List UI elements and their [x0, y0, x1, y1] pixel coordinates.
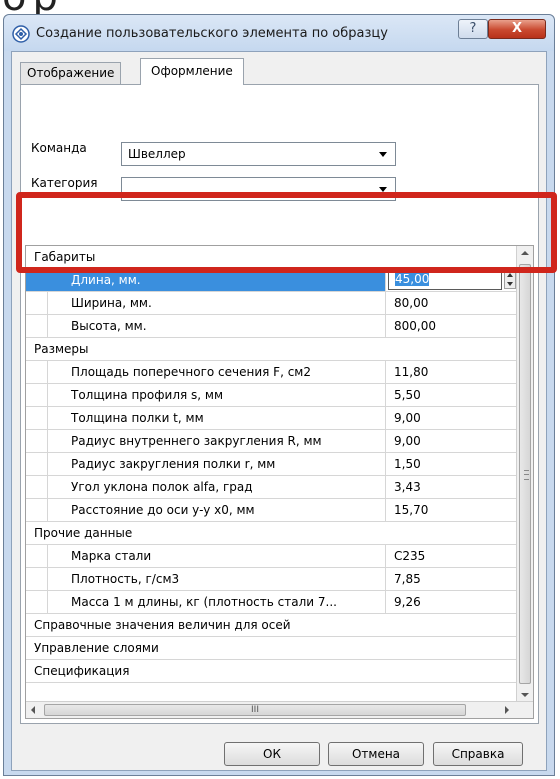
command-label: Команда: [31, 141, 87, 155]
grid-property-row[interactable]: Радиус внутреннего закругления R, мм 9,00: [26, 430, 516, 453]
grid-property-row[interactable]: Плотность, г/см3 7,85: [26, 568, 516, 591]
property-name: Масса 1 м длины, кг (плотность стали 7..…: [26, 591, 386, 613]
grid-category-row[interactable]: Размеры: [26, 338, 516, 361]
chevron-down-icon[interactable]: [379, 152, 387, 157]
spinner-icon[interactable]: [504, 270, 516, 289]
category-name: Размеры: [26, 338, 516, 360]
grid-property-row[interactable]: Толщина полки t, мм 9,00: [26, 407, 516, 430]
property-value: 15,70: [394, 503, 429, 517]
category-label: Категория: [31, 176, 98, 190]
property-name: Марка стали: [26, 545, 386, 567]
property-name: Длина, мм.: [26, 269, 386, 291]
property-value: 1,50: [394, 457, 421, 471]
command-value: Швеллер: [128, 147, 186, 161]
property-value: 7,85: [394, 572, 421, 586]
close-icon: X: [511, 21, 523, 36]
property-name: Радиус закругления полки r, мм: [26, 453, 386, 475]
grid-category-row[interactable]: Габариты: [26, 246, 516, 269]
grid-property-row[interactable]: Площадь поперечного сечения F, см2 11,80: [26, 361, 516, 384]
selected-value-text: 45,00: [395, 272, 430, 286]
scroll-grip-icon: [524, 470, 529, 480]
grid-property-row[interactable]: Радиус закругления полки r, мм 1,50: [26, 453, 516, 476]
grid-property-row[interactable]: Толщина профиля s, мм 5,50: [26, 384, 516, 407]
property-value: С235: [394, 549, 426, 563]
category-combobox[interactable]: [121, 177, 396, 201]
grid-property-row[interactable]: Угол уклона полок alfa, град 3,43: [26, 476, 516, 499]
scroll-down-icon[interactable]: [521, 693, 529, 697]
tab-design[interactable]: Оформление: [140, 58, 244, 85]
cancel-button[interactable]: Отмена: [328, 742, 424, 766]
grid-property-row[interactable]: Длина, мм. 45,00: [26, 269, 516, 292]
help-title-button[interactable]: ?: [458, 19, 488, 39]
category-name: Прочие данные: [26, 522, 516, 544]
property-grid[interactable]: Габариты Длина, мм. 45,00 Ширина, мм. 80,00 В…: [25, 245, 534, 719]
help-icon: ?: [469, 21, 477, 36]
property-name: Толщина профиля s, мм: [26, 384, 386, 406]
property-value: 80,00: [394, 296, 429, 310]
grid-category-row[interactable]: Спецификация: [26, 660, 516, 683]
vertical-scroll-thumb[interactable]: [519, 264, 531, 684]
window-title: Создание пользовательского элемента по о…: [36, 26, 388, 41]
tab-page-design: Команда Швеллер Категория Габариты Длина,…: [20, 84, 539, 724]
app-icon: [12, 25, 30, 43]
grid-property-row[interactable]: Расстояние до оси y-y x0, мм 15,70: [26, 499, 516, 522]
grid-category-row[interactable]: Прочие данные: [26, 522, 516, 545]
grid-property-row[interactable]: Ширина, мм. 80,00: [26, 292, 516, 315]
property-value: 9,26: [394, 595, 421, 609]
scroll-left-icon[interactable]: [31, 706, 35, 714]
property-name: Радиус внутреннего закругления R, мм: [26, 430, 386, 452]
property-value-editor[interactable]: 45,00: [388, 269, 502, 290]
property-name: Толщина полки t, мм: [26, 407, 386, 429]
scroll-right-icon[interactable]: [505, 706, 509, 714]
property-name: Ширина, мм.: [26, 292, 386, 314]
property-value: 3,43: [394, 480, 421, 494]
property-name: Высота, мм.: [26, 315, 386, 337]
chevron-down-icon[interactable]: [379, 187, 387, 192]
property-value: 9,00: [394, 411, 421, 425]
horizontal-scroll-thumb[interactable]: III: [44, 704, 466, 716]
property-name: Плотность, г/см3: [26, 568, 386, 590]
grid-property-row[interactable]: Высота, мм. 800,00: [26, 315, 516, 338]
category-name: Управление слоями: [26, 637, 516, 659]
grid-category-row[interactable]: Управление слоями: [26, 637, 516, 660]
property-name: Площадь поперечного сечения F, см2: [26, 361, 386, 383]
close-button[interactable]: X: [488, 19, 546, 39]
tab-display[interactable]: Отображение: [20, 62, 122, 84]
grid-property-row[interactable]: Марка стали С235: [26, 545, 516, 568]
command-combobox[interactable]: Швеллер: [121, 142, 396, 166]
ok-button[interactable]: ОК: [224, 742, 320, 766]
dialog-window: Создание пользовательского элемента по о…: [3, 14, 555, 776]
vertical-scrollbar[interactable]: [516, 246, 533, 702]
grid-property-row[interactable]: Масса 1 м длины, кг (плотность стали 7..…: [26, 591, 516, 614]
title-bar[interactable]: Создание пользовательского элемента по о…: [4, 15, 554, 51]
category-name: Справочные значения величин для осей: [26, 614, 516, 636]
property-value: 800,00: [394, 319, 436, 333]
category-name: Габариты: [26, 246, 516, 268]
horizontal-scrollbar[interactable]: III: [26, 701, 533, 718]
category-name: Спецификация: [26, 660, 516, 682]
property-value: 11,80: [394, 365, 429, 379]
property-value: 5,50: [394, 388, 421, 402]
scroll-up-icon[interactable]: [521, 251, 529, 255]
help-button[interactable]: Справка: [433, 742, 523, 766]
property-value: 9,00: [394, 434, 421, 448]
dialog-client: Отображение Оформление Команда Швеллер К…: [11, 51, 547, 771]
property-name: Угол уклона полок alfa, град: [26, 476, 386, 498]
property-name: Расстояние до оси y-y x0, мм: [26, 499, 386, 521]
grid-category-row[interactable]: Справочные значения величин для осей: [26, 614, 516, 637]
